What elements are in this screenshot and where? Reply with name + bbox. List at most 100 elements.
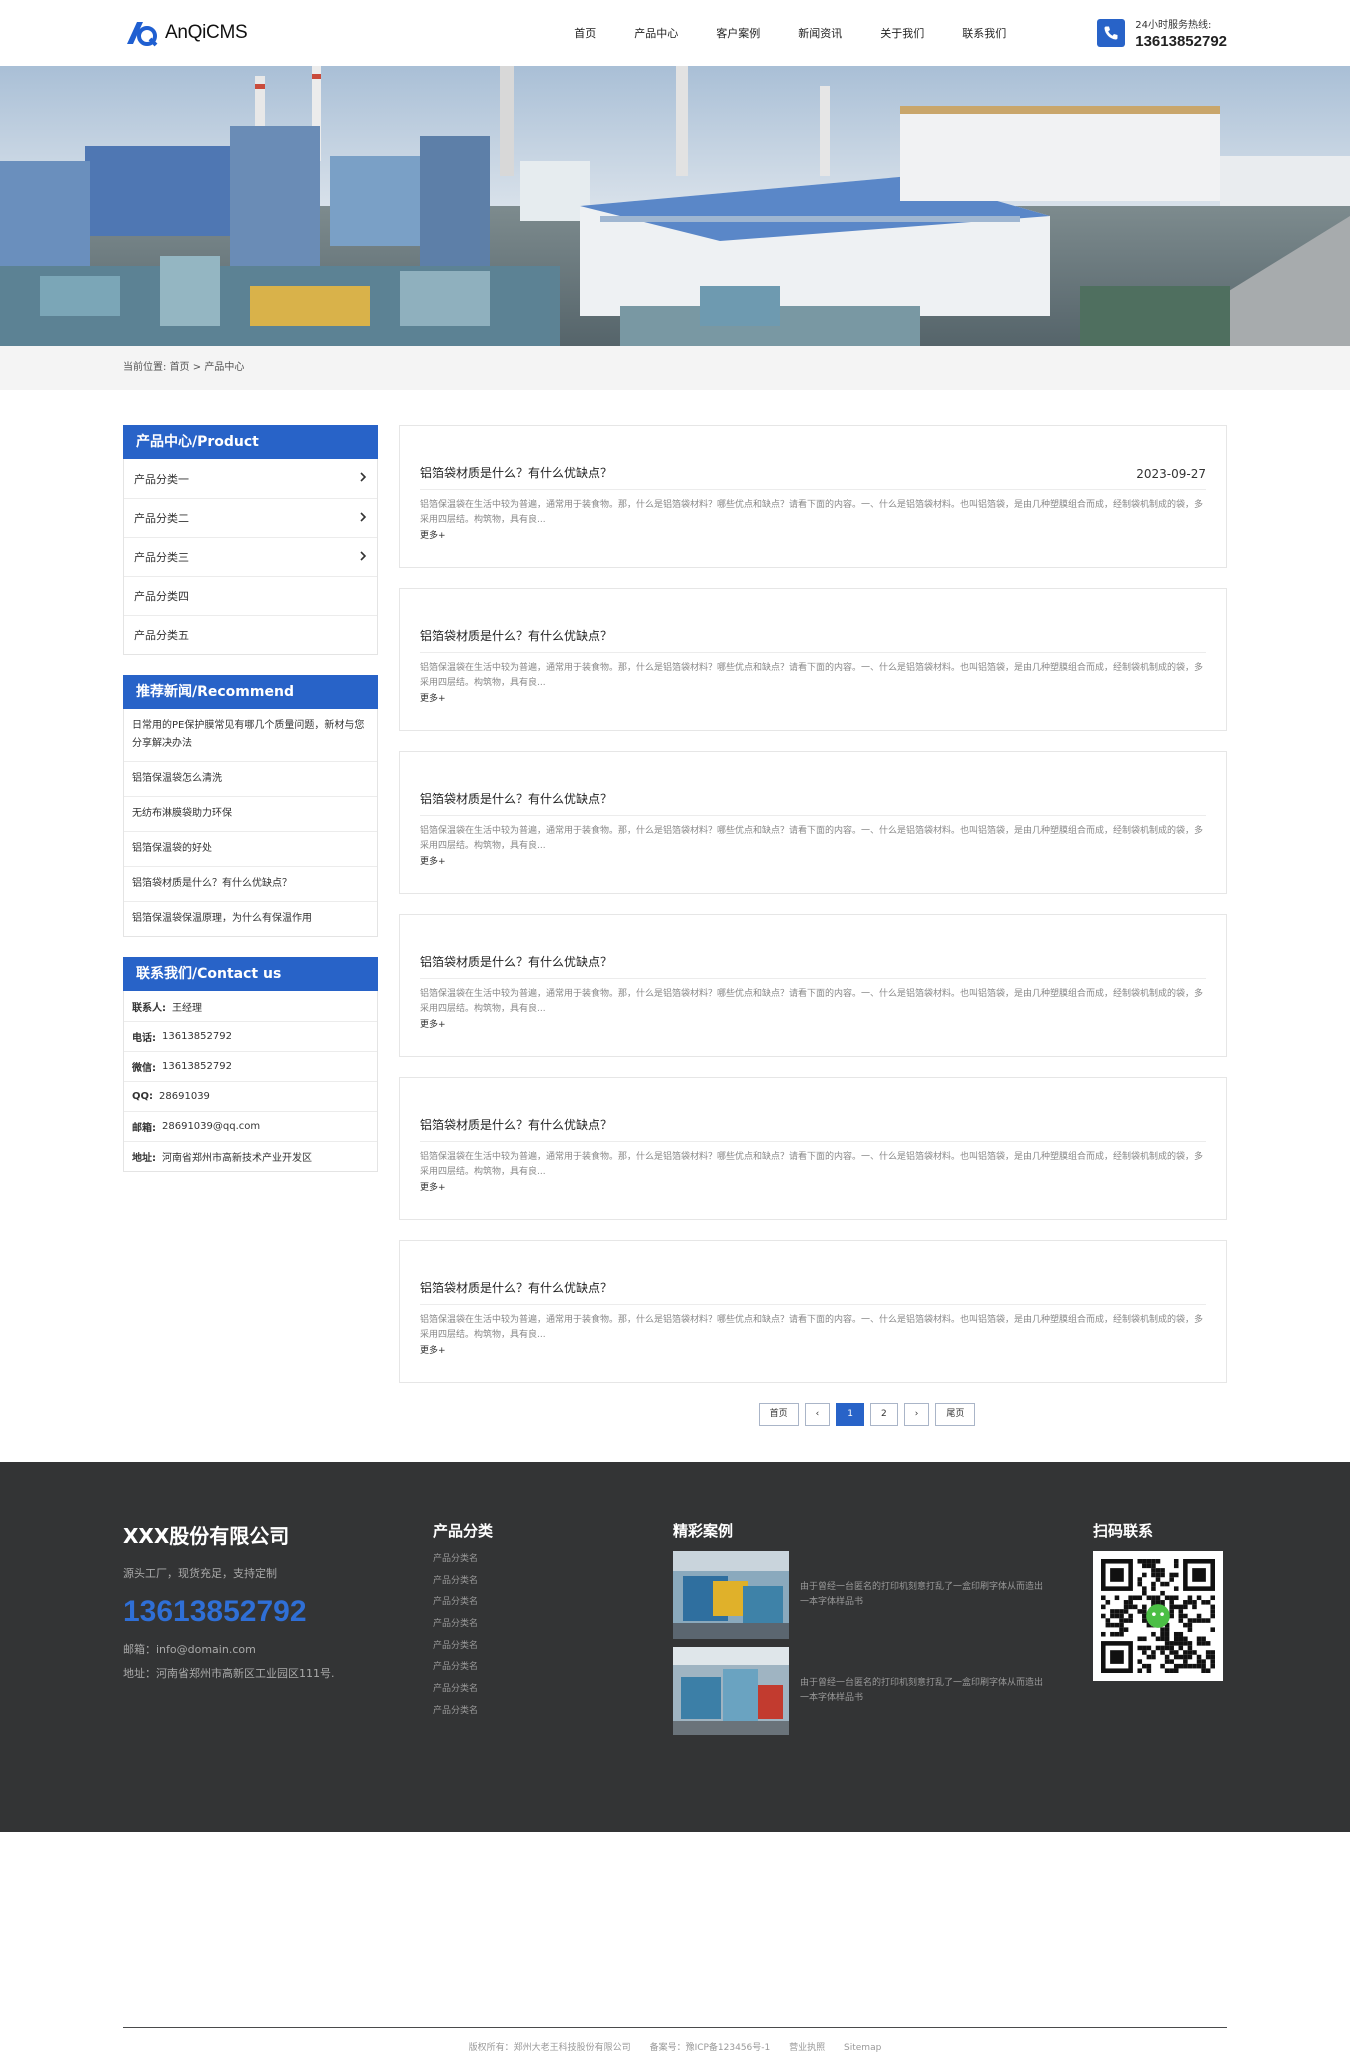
article-title[interactable]: 铝箔袋材质是什么？有什么优缺点？ — [420, 1116, 612, 1133]
footer-address: 地址：河南省郑州市高新区工业园区111号. — [123, 1667, 335, 1680]
sidebar-category-item[interactable]: 产品分类三 — [124, 537, 377, 576]
recommend-news-item[interactable]: 无纺布淋膜袋助力环保 — [124, 796, 377, 831]
sitemap-link[interactable]: Sitemap — [844, 2043, 881, 2053]
recommend-box: 推荐新闻/Recommend 日常用的PE保护膜常见有哪几个质量问题，新材与您分… — [123, 675, 378, 937]
footer-category-link[interactable]: 产品分类名 — [433, 1551, 673, 1573]
article-summary: 铝箔保温袋在生活中较为普遍，通常用于装食物。那，什么是铝箔袋材料？哪些优点和缺点… — [420, 1315, 1204, 1340]
footer-bottom: 版权所有：郑州大老王科技股份有限公司 备案号：豫ICP备123456号-1 营业… — [123, 2027, 1227, 2067]
contact-row: QQ: 28691039 — [124, 1081, 377, 1111]
footer-category-link[interactable]: 产品分类名 — [433, 1659, 673, 1681]
pager-page-1[interactable]: 1 — [836, 1403, 864, 1426]
breadcrumb-label: 当前位置: — [123, 362, 167, 373]
footer-slogan: 源头工厂，现货充足，支持定制 — [123, 1567, 277, 1580]
footer-categories: 产品分类 产品分类名 产品分类名 产品分类名 产品分类名 产品分类名 产品分类名 产品分类名… — [433, 1520, 673, 1743]
nav-contact[interactable]: 联系我们 — [943, 25, 1025, 41]
sidebar-category-label: 产品分类一 — [134, 472, 189, 486]
sidebar-category-item[interactable]: 产品分类一 — [124, 459, 377, 498]
breadcrumb-current: 产品中心 — [204, 362, 245, 373]
footer-qr-title: 扫码联系 — [1093, 1522, 1154, 1540]
sidebar-category-item[interactable]: 产品分类二 — [124, 498, 377, 537]
icp-link[interactable]: 备案号：豫ICP备123456号-1 — [650, 2043, 771, 2053]
article-more-link[interactable]: 更多+ — [420, 857, 446, 867]
nav-products[interactable]: 产品中心 — [615, 25, 697, 41]
chevron-right-icon — [359, 550, 367, 564]
contact-value: 河南省郑州市高新技术产业开发区 — [162, 1153, 312, 1164]
recommend-news-item[interactable]: 铝箔保温袋怎么清洗 — [124, 761, 377, 796]
pager-next[interactable]: › — [903, 1403, 930, 1426]
article-date: 2023-09-27 — [1136, 467, 1206, 481]
breadcrumb: 当前位置: 首页 > 产品中心 — [0, 346, 1350, 390]
article-summary: 铝箔保温袋在生活中较为普遍，通常用于装食物。那，什么是铝箔袋材料？哪些优点和缺点… — [420, 663, 1204, 688]
sidebar: 产品中心/Product 产品分类一 产品分类二 产品分类三 产品分类四 产品分类五 推… — [123, 425, 378, 1462]
nav-news[interactable]: 新闻资讯 — [779, 25, 861, 41]
case-item[interactable]: 由于曾经一台匿名的打印机刻意打乱了一盒印刷字体从而造出一本字体样品书 — [673, 1551, 1093, 1639]
article-summary: 铝箔保温袋在生活中较为普遍，通常用于装食物。那，什么是铝箔袋材料？哪些优点和缺点… — [420, 989, 1204, 1014]
sidebar-category-item[interactable]: 产品分类五 — [124, 615, 377, 654]
pager-page-2[interactable]: 2 — [870, 1403, 898, 1426]
case-item[interactable]: 由于曾经一台匿名的打印机刻意打乱了一盒印刷字体从而造出一本字体样品书 — [673, 1647, 1093, 1735]
nav-home[interactable]: 首页 — [555, 25, 615, 41]
article-title[interactable]: 铝箔袋材质是什么？有什么优缺点？ — [420, 1279, 612, 1296]
product-category-box: 产品中心/Product 产品分类一 产品分类二 产品分类三 产品分类四 产品分类五 — [123, 425, 378, 655]
sidebar-category-label: 产品分类四 — [134, 590, 189, 603]
site-footer: XXX股份有限公司 源头工厂，现货充足，支持定制 13613852792 邮箱：… — [0, 1462, 1350, 2053]
hotline-number: 13613852792 — [1135, 33, 1227, 50]
article-summary: 铝箔保温袋在生活中较为普遍，通常用于装食物。那，什么是铝箔袋材料？哪些优点和缺点… — [420, 500, 1204, 525]
contact-value: 13613852792 — [162, 1061, 232, 1072]
hero-banner — [0, 66, 1350, 346]
footer-cat-title: 产品分类 — [433, 1522, 494, 1540]
article-card: 铝箔袋材质是什么？有什么优缺点？ 2023-09-27 铝箔保温袋在生活中较为普遍，… — [399, 425, 1227, 568]
article-more-link[interactable]: 更多+ — [420, 694, 446, 704]
recommend-news-item[interactable]: 铝箔保温袋的好处 — [124, 831, 377, 866]
footer-category-link[interactable]: 产品分类名 — [433, 1573, 673, 1595]
sidebar-category-label: 产品分类三 — [134, 551, 189, 564]
case-text: 由于曾经一台匿名的打印机刻意打乱了一盒印刷字体从而造出一本字体样品书 — [800, 1582, 1044, 1607]
pager-prev[interactable]: ‹ — [804, 1403, 831, 1426]
article-title[interactable]: 铝箔袋材质是什么？有什么优缺点？ — [420, 953, 612, 970]
recommend-news-item[interactable]: 铝箔保温袋保温原理，为什么有保温作用 — [124, 901, 377, 936]
footer-cases: 精彩案例 由于曾经一台匿名的打印机刻意打乱了一盒印刷字体从而造出一本字体样品书 … — [673, 1520, 1093, 1743]
article-title[interactable]: 铝箔袋材质是什么？有什么优缺点？ — [420, 464, 612, 481]
contact-key: QQ: — [132, 1091, 154, 1102]
article-more-link[interactable]: 更多+ — [420, 1020, 446, 1030]
pager-first[interactable]: 首页 — [758, 1403, 799, 1426]
license-link[interactable]: 营业执照 — [789, 2043, 825, 2053]
pager-last[interactable]: 尾页 — [935, 1403, 976, 1426]
contact-value: 28691039@qq.com — [162, 1121, 261, 1132]
article-card: 铝箔袋材质是什么？有什么优缺点？ 铝箔保温袋在生活中较为普遍，通常用于装食物。那，… — [399, 588, 1227, 731]
contact-title: 联系我们/Contact us — [123, 957, 378, 991]
site-logo[interactable]: AnQiCMS — [123, 18, 248, 48]
footer-category-link[interactable]: 产品分类名 — [433, 1703, 673, 1725]
recommend-title: 推荐新闻/Recommend — [123, 675, 378, 709]
article-more-link[interactable]: 更多+ — [420, 1346, 446, 1356]
footer-qr: 扫码联系 — [1093, 1520, 1227, 1743]
breadcrumb-home[interactable]: 首页 — [170, 362, 190, 373]
contact-row: 电话: 13613852792 — [124, 1021, 377, 1051]
contact-key: 地址: — [132, 1153, 156, 1164]
article-header: 铝箔袋材质是什么？有什么优缺点？ — [420, 915, 1206, 979]
article-header: 铝箔袋材质是什么？有什么优缺点？ — [420, 1241, 1206, 1305]
sidebar-category-item[interactable]: 产品分类四 — [124, 576, 377, 615]
article-card: 铝箔袋材质是什么？有什么优缺点？ 铝箔保温袋在生活中较为普遍，通常用于装食物。那，… — [399, 1077, 1227, 1220]
footer-category-link[interactable]: 产品分类名 — [433, 1681, 673, 1703]
nav-cases[interactable]: 客户案例 — [697, 25, 779, 41]
contact-row: 联系人: 王经理 — [124, 991, 377, 1021]
footer-category-link[interactable]: 产品分类名 — [433, 1638, 673, 1660]
chevron-right-icon — [359, 472, 367, 485]
article-title[interactable]: 铝箔袋材质是什么？有什么优缺点？ — [420, 790, 612, 807]
footer-case-title: 精彩案例 — [673, 1522, 734, 1540]
contact-box: 联系我们/Contact us 联系人: 王经理 电话: 13613852792 微信:… — [123, 957, 378, 1172]
recommend-news-item[interactable]: 日常用的PE保护膜常见有哪几个质量问题，新材与您分享解决办法 — [124, 709, 377, 761]
main-nav: 首页 产品中心 客户案例 新闻资讯 关于我们 联系我们 — [555, 25, 1025, 41]
article-title[interactable]: 铝箔袋材质是什么？有什么优缺点？ — [420, 627, 612, 644]
article-summary: 铝箔保温袋在生活中较为普遍，通常用于装食物。那，什么是铝箔袋材料？哪些优点和缺点… — [420, 1152, 1204, 1177]
sidebar-category-label: 产品分类二 — [134, 512, 189, 525]
footer-category-link[interactable]: 产品分类名 — [433, 1616, 673, 1638]
nav-about[interactable]: 关于我们 — [861, 25, 943, 41]
footer-category-link[interactable]: 产品分类名 — [433, 1594, 673, 1616]
contact-key: 联系人: — [132, 1002, 166, 1014]
article-more-link[interactable]: 更多+ — [420, 1183, 446, 1193]
article-more-link[interactable]: 更多+ — [420, 531, 446, 541]
contact-value: 28691039 — [159, 1091, 210, 1102]
recommend-news-item[interactable]: 铝箔袋材质是什么？有什么优缺点？ — [124, 866, 377, 901]
